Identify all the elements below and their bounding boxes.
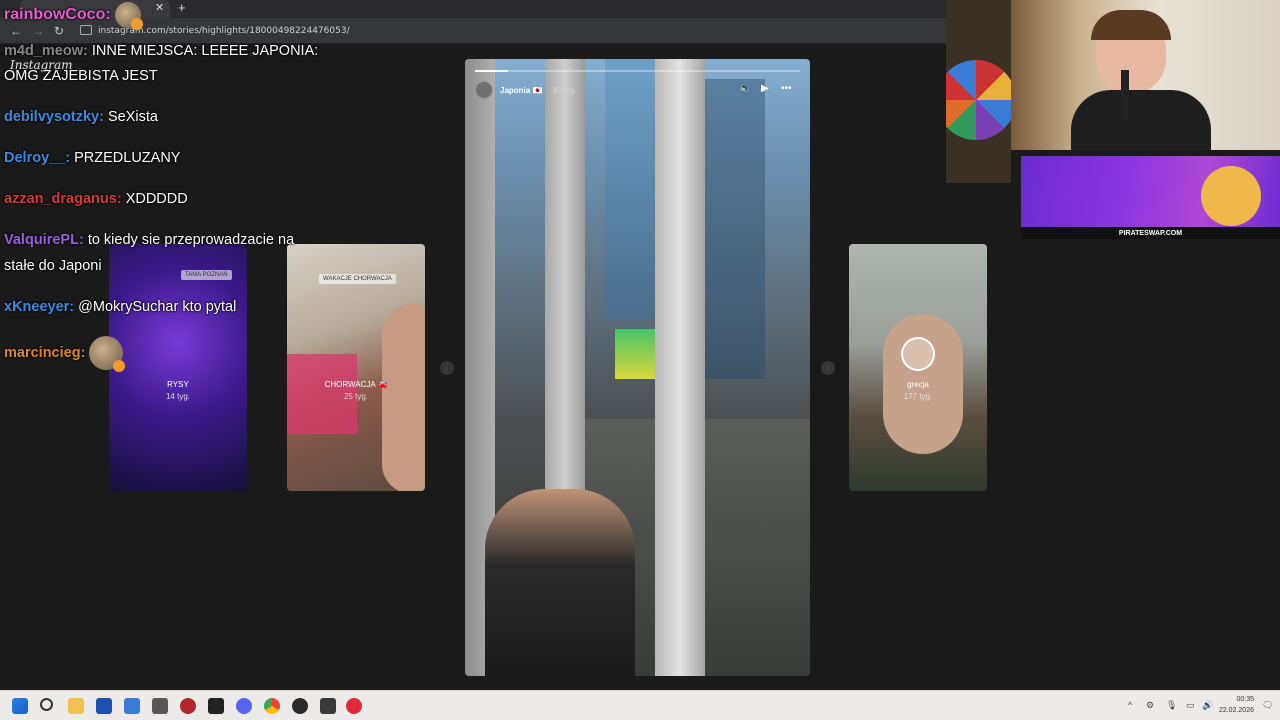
avatar[interactable] [475, 81, 493, 99]
close-tab-icon[interactable]: ✕ [155, 1, 164, 14]
story-highlight-time: 14 tyg. [165, 392, 190, 401]
app-icon[interactable] [320, 698, 336, 714]
chat-text: SeXista [107, 109, 158, 125]
chat-message: xKneeyer: @MokrySuchar kto pytal [4, 299, 236, 315]
play-icon[interactable]: ▶ [761, 83, 769, 94]
chat-text: stałe do Japoni [4, 258, 102, 274]
webcam-feed [1011, 0, 1280, 150]
skyscraper [705, 79, 765, 379]
streamer-hair [1091, 10, 1171, 40]
avatar [901, 337, 935, 371]
story-highlight-grecja[interactable]: grecja 177 tyg. [849, 244, 987, 491]
chat-username: Delroy__: [4, 150, 71, 166]
chat-text: PRZEDLUZANY [74, 150, 181, 166]
chat-message: stałe do Japoni [4, 258, 102, 274]
previous-story-arrow-icon[interactable]: ‹ [440, 361, 454, 375]
microphone-icon[interactable]: 🎙 [1166, 700, 1177, 711]
app-icon[interactable] [346, 698, 362, 714]
story-progress-bar [475, 70, 800, 72]
clock-time: 00:35 [1236, 696, 1254, 703]
display-icon[interactable]: ▭ [1186, 700, 1195, 711]
browser-tab-bar: ✕ + [0, 0, 946, 18]
speaker-icon[interactable]: 🔊 [1202, 700, 1213, 711]
chat-message: marcincieg: [4, 336, 126, 372]
chat-message: m4d_meow: INNE MIEJSCA: LEEEE JAPONIA: [4, 43, 318, 59]
chat-username: m4d_meow: [4, 43, 88, 59]
chat-username: debilvysotzky: [4, 109, 104, 125]
chat-text: INNE MIEJSCA: LEEEE JAPONIA: [91, 43, 319, 59]
emote-icon [89, 336, 126, 372]
search-icon[interactable] [40, 698, 53, 711]
story-highlight-name: RYSY [167, 380, 189, 389]
chat-message: Delroy__: PRZEDLUZANY [4, 150, 180, 166]
chat-username: marcincieg: [4, 344, 86, 361]
chat-text: OMG ZAJEBISTA JEST [4, 68, 158, 84]
story-sticker: WAKACJE CHORWACJA [319, 274, 396, 284]
more-options-icon[interactable]: ••• [781, 83, 792, 94]
wheel-overlay [946, 0, 1011, 183]
chat-username: xKneeyer: [4, 299, 75, 315]
chat-message: ValquirePL: to kiedy sie przeprowadzacie… [4, 232, 294, 248]
story-username[interactable]: Japonia 🇯🇵 [500, 86, 542, 95]
chrome-icon[interactable] [264, 698, 280, 714]
story-highlight-chorwacja[interactable]: WAKACJE CHORWACJA CHORWACJA 🚘 25 tyg. [287, 244, 425, 491]
chat-message: rainbowCoco: [4, 2, 144, 30]
story-highlight-rysy[interactable]: TAMA POZNAŃ RYSY 14 tyg. [109, 244, 247, 491]
sponsor-banner: PIRATESWAP.COM [1021, 156, 1280, 239]
person-filming [485, 489, 635, 676]
chat-message: OMG ZAJEBISTA JEST [4, 68, 158, 84]
emote-icon [115, 2, 144, 30]
mute-icon[interactable]: 🔈 [739, 83, 751, 94]
new-tab-button[interactable]: + [178, 0, 186, 15]
screen: ✕ + ← → ↻ instagram.com/stories/highligh… [0, 0, 1280, 720]
chat-text: to kiedy sie przeprowadzacie na [87, 232, 295, 248]
microphone-icon [1121, 70, 1129, 120]
chat-message: azzan_draganus: XDDDDD [4, 191, 188, 207]
mascot-icon [1201, 166, 1261, 226]
obs-icon[interactable] [292, 698, 308, 714]
next-story-arrow-icon[interactable]: › [821, 361, 835, 375]
story-highlight-name: CHORWACJA 🚘 [324, 380, 388, 389]
tray-app-icon[interactable]: ⚙ [1146, 700, 1154, 711]
story-highlight-name: grecja [907, 380, 929, 389]
chat-text: XDDDDD [125, 191, 188, 207]
windows-taskbar: ^ ⚙ 🎙 ▭ 🔊 00:35 22.02.2026 🗨 [0, 690, 1280, 720]
billboard [615, 329, 655, 379]
story-progress-fill [475, 70, 508, 72]
window-pillar [655, 59, 705, 676]
discord-icon[interactable] [236, 698, 252, 714]
chat-username: azzan_draganus: [4, 191, 122, 207]
story-highlight-time: 177 tyg. [903, 392, 933, 401]
file-explorer-icon[interactable] [68, 698, 84, 714]
app-icon[interactable] [124, 698, 140, 714]
chat-message: debilvysotzky: SeXista [4, 109, 158, 125]
system-clock[interactable]: 00:35 22.02.2026 [1219, 694, 1254, 716]
clock-date: 22.02.2026 [1218, 707, 1254, 714]
app-icon[interactable] [208, 698, 224, 714]
prize-wheel-icon [946, 60, 1011, 140]
windows-start-icon[interactable] [12, 698, 28, 714]
sponsor-text: PIRATESWAP.COM [1118, 230, 1183, 237]
notification-icon[interactable]: 🗨 [1262, 700, 1273, 711]
story-viewer[interactable]: Japonia 🇯🇵 80 tyg. 🔈 ▶ ••• [465, 59, 810, 676]
chat-username: ValquirePL: [4, 232, 84, 248]
story-highlight-time: 25 tyg. [343, 392, 368, 401]
chat-text: @MokrySuchar kto pytal [78, 299, 237, 315]
chevron-up-icon[interactable]: ^ [1128, 700, 1132, 710]
store-icon[interactable] [96, 698, 112, 714]
streamer-shirt [1071, 90, 1211, 150]
chat-username: rainbowCoco: [4, 6, 111, 24]
story-timestamp: 80 tyg. [553, 86, 578, 95]
story-sticker: TAMA POZNAŃ [181, 270, 232, 280]
app-icon[interactable] [180, 698, 196, 714]
app-icon[interactable] [152, 698, 168, 714]
